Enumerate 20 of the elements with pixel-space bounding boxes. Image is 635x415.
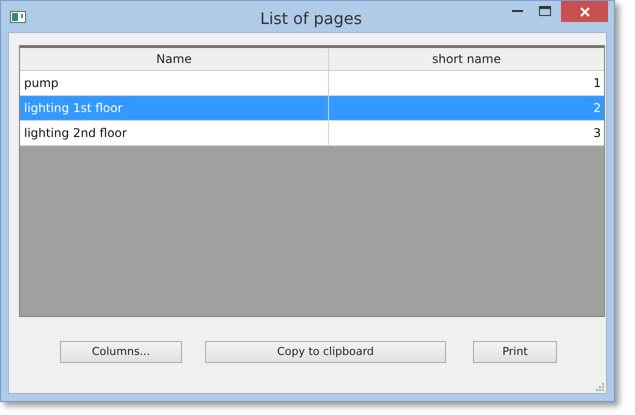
table-cell-text: 3 — [592, 125, 602, 142]
close-button[interactable] — [561, 1, 608, 22]
table-cell: lighting 1st floor — [20, 96, 329, 120]
column-header[interactable]: Name — [20, 48, 329, 71]
maximize-icon — [539, 6, 551, 16]
dialog-button[interactable]: Columns... — [60, 341, 182, 363]
dialog-button[interactable]: Copy to clipboard — [205, 341, 446, 363]
window-title: List of pages — [259, 8, 363, 30]
table-cell-text: 1 — [592, 75, 602, 92]
resize-grip-icon[interactable] — [595, 382, 604, 391]
table-cell-text: 2 — [592, 100, 602, 117]
column-header[interactable]: short name — [329, 48, 604, 71]
dialog-button[interactable]: Print — [473, 341, 557, 363]
table-cell: pump — [20, 71, 329, 95]
app-icon — [10, 10, 26, 22]
close-icon — [580, 6, 590, 16]
table-cell: lighting 2nd floor — [20, 121, 329, 145]
table-row[interactable]: pump 1 — [20, 71, 604, 96]
minimize-icon — [512, 10, 522, 12]
table-row[interactable]: lighting 2nd floor 3 — [20, 121, 604, 146]
